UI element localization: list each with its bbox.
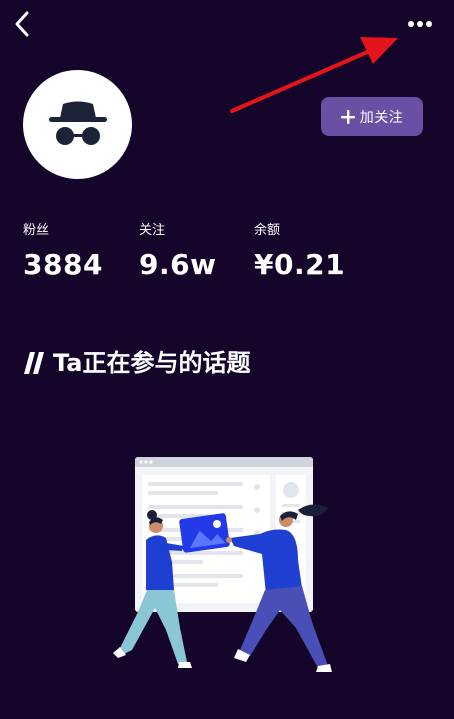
more-horizontal-icon — [408, 21, 432, 27]
stat-followers[interactable]: 粉丝 3884 — [23, 222, 103, 282]
follow-button-label: 加关注 — [359, 109, 404, 126]
incognito-icon — [48, 101, 107, 145]
follow-button[interactable]: 加关注 — [321, 97, 423, 136]
avatar — [23, 70, 132, 179]
double-slash-icon — [24, 352, 44, 374]
plus-icon — [340, 109, 355, 124]
more-options-button[interactable] — [400, 10, 440, 38]
chevron-left-icon — [15, 11, 29, 37]
stat-label: 粉丝 — [23, 223, 50, 238]
topics-section-heading: Ta正在参与的话题 — [23, 346, 250, 380]
empty-state-illustration — [113, 457, 332, 672]
stat-following[interactable]: 关注 9.6w — [139, 222, 216, 282]
stat-label: 余额 — [254, 223, 281, 238]
stat-label: 关注 — [139, 223, 166, 238]
stat-balance[interactable]: 余额 ¥0.21 — [254, 222, 345, 282]
back-button[interactable] — [8, 8, 36, 40]
stat-value: 3884 — [23, 248, 103, 281]
section-title: Ta正在参与的话题 — [53, 349, 251, 377]
stat-value: ¥0.21 — [254, 248, 346, 281]
stat-value: 9.6w — [139, 248, 217, 281]
